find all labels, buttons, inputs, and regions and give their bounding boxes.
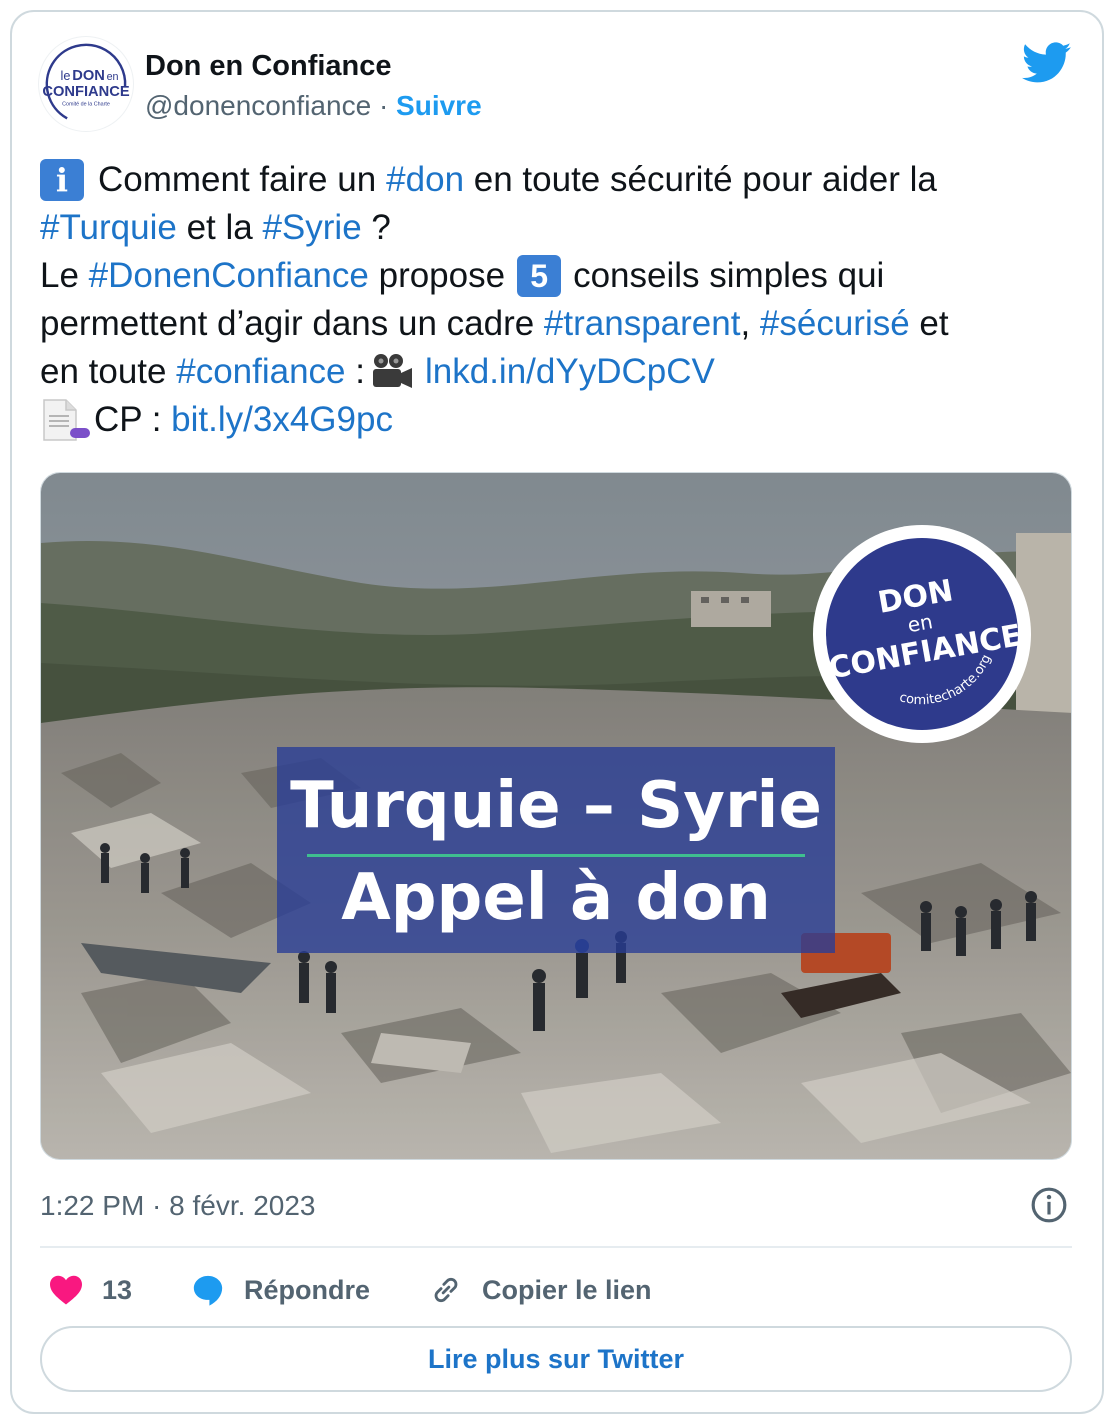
page-facing-up-icon bbox=[43, 399, 90, 441]
hashtag-turquie[interactable]: #Turquie bbox=[40, 204, 177, 252]
handle-separator: · bbox=[378, 90, 389, 121]
text-segment: Comment faire un bbox=[98, 160, 377, 199]
banner-subtitle: Appel à don bbox=[341, 861, 771, 935]
tweet-line-1: i Comment faire un #don en toute sécurit… bbox=[40, 156, 1080, 204]
copy-link-button[interactable]: Copier le lien bbox=[428, 1270, 652, 1310]
logo-text-confiance: CONFIANCE bbox=[42, 84, 129, 100]
heart-icon bbox=[50, 1275, 82, 1305]
divider bbox=[40, 1246, 1072, 1248]
text-segment: permettent d’agir dans un cadre bbox=[40, 304, 544, 343]
tweet-timestamp[interactable]: 1:22 PM · 8 févr. 2023 bbox=[40, 1190, 316, 1222]
text-segment: et bbox=[909, 304, 949, 343]
text-segment: propose bbox=[368, 256, 506, 295]
handle-row: @donenconfiance · Suivre bbox=[145, 90, 482, 122]
reply-bubble-icon bbox=[193, 1275, 223, 1306]
twitter-bird-icon[interactable] bbox=[1022, 42, 1072, 84]
info-icon[interactable] bbox=[1030, 1186, 1068, 1224]
like-count: 13 bbox=[102, 1274, 133, 1305]
info-emoji-icon: i bbox=[40, 159, 84, 201]
like-button[interactable]: 13 bbox=[48, 1270, 132, 1310]
tweet-line-4: permettent d’agir dans un cadre #transpa… bbox=[40, 300, 1080, 348]
tweet-line-2: #Turquie et la #Syrie ? bbox=[40, 204, 1080, 252]
link-chain-icon bbox=[434, 1277, 458, 1303]
author-name[interactable]: Don en Confiance bbox=[145, 50, 392, 83]
tweet-line-6: CP : bit.ly/3x4G9pc bbox=[40, 396, 1080, 444]
text-segment: conseils simples qui bbox=[573, 256, 885, 295]
don-en-confiance-logo: le DON en CONFIANCE Comité de la Charte bbox=[42, 43, 130, 125]
text-segment: : bbox=[345, 352, 365, 391]
text-segment: en toute sécurité pour aider la bbox=[464, 160, 937, 199]
link-bitly[interactable]: bit.ly/3x4G9pc bbox=[171, 396, 393, 444]
hashtag-syrie[interactable]: #Syrie bbox=[262, 204, 361, 252]
tweet-actions: 13 Répondre Copier le lien bbox=[40, 1270, 1072, 1310]
tweet-text: i Comment faire un #don en toute sécurit… bbox=[40, 156, 1080, 444]
seal-graphic: DON en CONFIANCE comitecharte.org bbox=[826, 538, 1022, 730]
logo-text-en: en bbox=[107, 71, 119, 83]
copy-link-label: Copier le lien bbox=[482, 1274, 652, 1305]
logo-text-le: le bbox=[61, 68, 71, 83]
read-more-button[interactable]: Lire plus sur Twitter bbox=[40, 1326, 1072, 1392]
banner-divider bbox=[307, 854, 805, 857]
hashtag-securise[interactable]: #sécurisé bbox=[760, 300, 910, 348]
hashtag-transparent[interactable]: #transparent bbox=[544, 300, 741, 348]
text-segment: en toute bbox=[40, 352, 177, 391]
text-segment: Le bbox=[40, 256, 89, 295]
read-more-label: Lire plus sur Twitter bbox=[427, 1343, 685, 1374]
avatar[interactable]: le DON en CONFIANCE Comité de la Charte bbox=[38, 36, 134, 132]
text-segment: , bbox=[740, 304, 760, 343]
appeal-banner: Turquie – Syrie Appel à don bbox=[277, 747, 835, 953]
keycap-five-icon: 5 bbox=[517, 255, 562, 297]
author-handle[interactable]: @donenconfiance bbox=[145, 90, 371, 121]
hashtag-confiance[interactable]: #confiance bbox=[176, 348, 345, 396]
movie-camera-icon bbox=[372, 354, 412, 388]
follow-link[interactable]: Suivre bbox=[396, 90, 482, 121]
tweet-media-image[interactable]: Turquie – Syrie Appel à don DON en CONFI… bbox=[40, 472, 1072, 1160]
hashtag-don[interactable]: #don bbox=[386, 156, 464, 204]
banner-title: Turquie – Syrie bbox=[290, 769, 822, 843]
text-segment: et la bbox=[176, 208, 263, 247]
link-lnkd[interactable]: lnkd.in/dYyDCpCV bbox=[425, 348, 715, 396]
tweet-line-3: Le #DonenConfiance propose 5 conseils si… bbox=[40, 252, 1080, 300]
logo-text-don: DON bbox=[72, 68, 105, 84]
tweet-line-5: en toute #confiance : lnkd.in/dYyDCpCV bbox=[40, 348, 1080, 396]
logo-text-comite: Comité de la Charte bbox=[62, 102, 110, 108]
reply-label: Répondre bbox=[244, 1274, 371, 1305]
text-segment: CP : bbox=[94, 400, 172, 439]
don-en-confiance-seal: DON en CONFIANCE comitecharte.org bbox=[813, 525, 1031, 743]
text-segment: ? bbox=[361, 208, 391, 247]
hashtag-donenconfiance[interactable]: #DonenConfiance bbox=[89, 252, 369, 300]
tweet-card: le DON en CONFIANCE Comité de la Charte … bbox=[10, 10, 1104, 1414]
reply-button[interactable]: Répondre bbox=[190, 1270, 370, 1310]
